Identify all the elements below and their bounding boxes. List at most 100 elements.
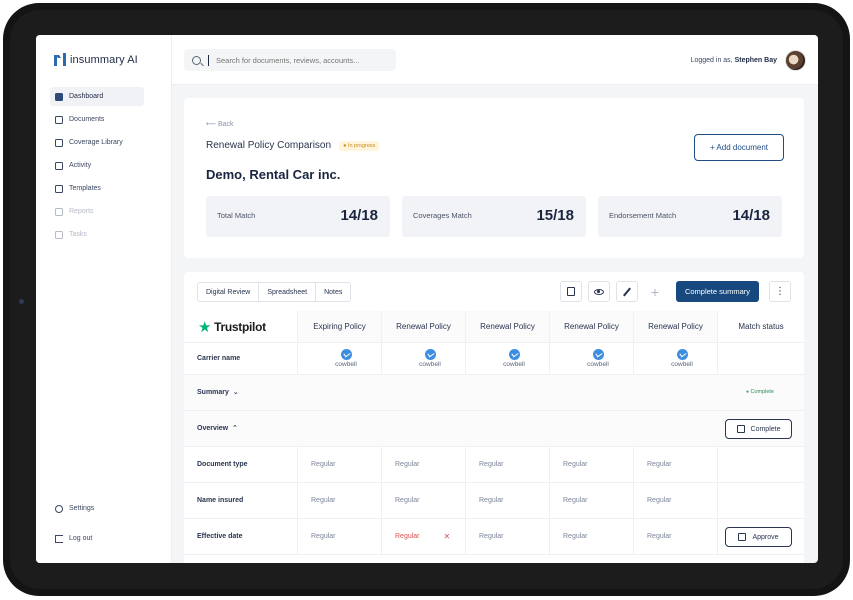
more-options-button[interactable]: ⋮ (769, 281, 791, 302)
column-header: Renewal Policy (633, 311, 717, 342)
edit-button[interactable] (615, 281, 638, 302)
section-overview-toggle[interactable]: Overview ⌃ (197, 424, 238, 432)
table-cell[interactable]: Regular (381, 483, 465, 518)
company-name: Demo, Rental Car inc. (206, 167, 341, 182)
section-summary[interactable]: Summary ⌄ Complete (184, 375, 804, 411)
sidebar-item-logout[interactable]: Log out (50, 529, 150, 548)
cell-value: Regular (395, 533, 420, 540)
sidebar-item-documents[interactable]: Documents (50, 110, 144, 129)
logout-icon (55, 534, 63, 543)
trustpilot-logo: ★ Trustpilot (198, 318, 266, 336)
sidebar-item-label: Settings (69, 505, 95, 512)
table-cell[interactable]: Regular (549, 447, 633, 482)
cowbell-icon (676, 349, 688, 360)
plus-icon: + (650, 283, 660, 300)
brand-cell: ★ Trustpilot (184, 311, 297, 342)
page-title-row: Renewal Policy Comparison ● In progress (206, 140, 380, 151)
sidebar-item-label: Documents (69, 116, 105, 123)
table-cell[interactable]: Regular (465, 483, 549, 518)
table-cell[interactable]: Regular (633, 519, 717, 554)
column-header: Renewal Policy (549, 311, 633, 342)
camera-dot (19, 299, 24, 304)
column-header: Renewal Policy (381, 311, 465, 342)
checkbox-icon (736, 425, 745, 433)
table-cell[interactable]: Regular (465, 447, 549, 482)
gear-icon (55, 504, 63, 513)
chevron-up-icon: ⌃ (230, 425, 238, 432)
comparison-summary-card: ⟵ Back Renewal Policy Comparison ● In pr… (184, 98, 804, 258)
top-bar: Logged in as, Stephen Bay (172, 35, 818, 85)
user-info: Logged in as, Stephen Bay (691, 50, 806, 71)
complete-section-button[interactable]: Complete (725, 419, 792, 439)
table-cell[interactable]: Regular (465, 519, 549, 554)
back-label: Back (218, 121, 234, 128)
app-logo[interactable]: insummary AI (54, 53, 138, 66)
section-overview[interactable]: Overview ⌃ Complete (184, 411, 804, 447)
add-column-button[interactable]: + (644, 281, 666, 302)
stat-coverages-match: Coverages Match 15/18 (402, 196, 586, 237)
approve-button[interactable]: Approve (725, 527, 792, 547)
cowbell-logo: cowbell (479, 349, 549, 368)
comparison-table-card: Digital Review Spreadsheet Notes + Compl… (184, 272, 804, 563)
add-document-button[interactable]: + Add document (694, 134, 784, 161)
sidebar-item-reports[interactable]: Reports (50, 202, 144, 221)
reports-icon (55, 207, 63, 216)
stat-endorsement-match: Endorsement Match 14/18 (598, 196, 782, 237)
carrier-cell: cowbell (633, 343, 717, 374)
tab-digital-review[interactable]: Digital Review (198, 283, 260, 301)
user-name: Stephen Bay (734, 57, 777, 64)
close-icon: ✕ (443, 532, 451, 541)
match-status-cell (717, 447, 804, 482)
stat-label: Total Match (217, 211, 256, 220)
back-link[interactable]: ⟵ Back (206, 120, 234, 128)
search-input[interactable] (216, 55, 396, 65)
sidebar-item-activity[interactable]: Activity (50, 156, 144, 175)
row-label: Document type (197, 461, 248, 468)
arrow-left-icon: ⟵ (206, 121, 217, 128)
comparison-grid: ★ Trustpilot Expiring Policy Renewal Poli… (184, 311, 804, 555)
sidebar-item-templates[interactable]: Templates (50, 179, 144, 198)
complete-summary-button[interactable]: Complete summary (675, 281, 759, 302)
pdf-button[interactable] (559, 281, 582, 302)
table-cell-mismatch[interactable]: Regular ✕ (381, 519, 465, 554)
view-tabs: Digital Review Spreadsheet Notes (197, 282, 352, 302)
sidebar-item-coverage-library[interactable]: Coverage Library (50, 133, 144, 152)
pencil-icon (622, 287, 631, 296)
table-cell[interactable]: Regular (549, 483, 633, 518)
avatar[interactable] (785, 50, 806, 71)
match-status-cell (717, 343, 804, 374)
match-status-cell: Approve (717, 519, 804, 554)
table-cell[interactable]: Regular (549, 519, 633, 554)
button-label: Approve (752, 533, 779, 541)
table-cell[interactable]: Regular (297, 447, 381, 482)
sidebar-item-label: Coverage Library (69, 139, 123, 146)
section-label: Overview (197, 425, 229, 432)
search-bar[interactable] (184, 49, 396, 71)
sidebar-item-label: Dashboard (69, 93, 104, 100)
sidebar-item-settings[interactable]: Settings (50, 499, 150, 518)
stat-value: 14/18 (732, 207, 770, 224)
sidebar-item-tasks[interactable]: Tasks (50, 225, 144, 244)
carrier-name: cowbell (671, 361, 693, 368)
cowbell-logo: cowbell (647, 349, 717, 368)
table-cell[interactable]: Regular (297, 483, 381, 518)
section-summary-toggle[interactable]: Summary ⌄ (197, 388, 239, 396)
table-cell[interactable]: Regular (381, 447, 465, 482)
status-badge: Complete (746, 389, 774, 395)
table-cell[interactable]: Regular (633, 483, 717, 518)
preview-button[interactable] (587, 281, 610, 302)
tab-spreadsheet[interactable]: Spreadsheet (259, 283, 317, 301)
brand-label: Trustpilot (214, 319, 266, 334)
table-cell[interactable]: Regular (297, 519, 381, 554)
checkbox-icon (738, 533, 747, 541)
cowbell-icon (508, 349, 520, 360)
logged-in-prefix: Logged in as, (690, 57, 733, 64)
tab-notes[interactable]: Notes (316, 283, 350, 301)
pdf-icon (566, 287, 575, 296)
table-row: Effective date Regular Regular ✕ Regular… (184, 519, 804, 555)
table-cell[interactable]: Regular (633, 447, 717, 482)
table-toolbar: + Complete summary ⋮ (559, 281, 791, 302)
table-row: Document type Regular Regular Regular Re… (184, 447, 804, 483)
cowbell-icon (340, 349, 352, 360)
sidebar-item-dashboard[interactable]: Dashboard (50, 87, 144, 106)
